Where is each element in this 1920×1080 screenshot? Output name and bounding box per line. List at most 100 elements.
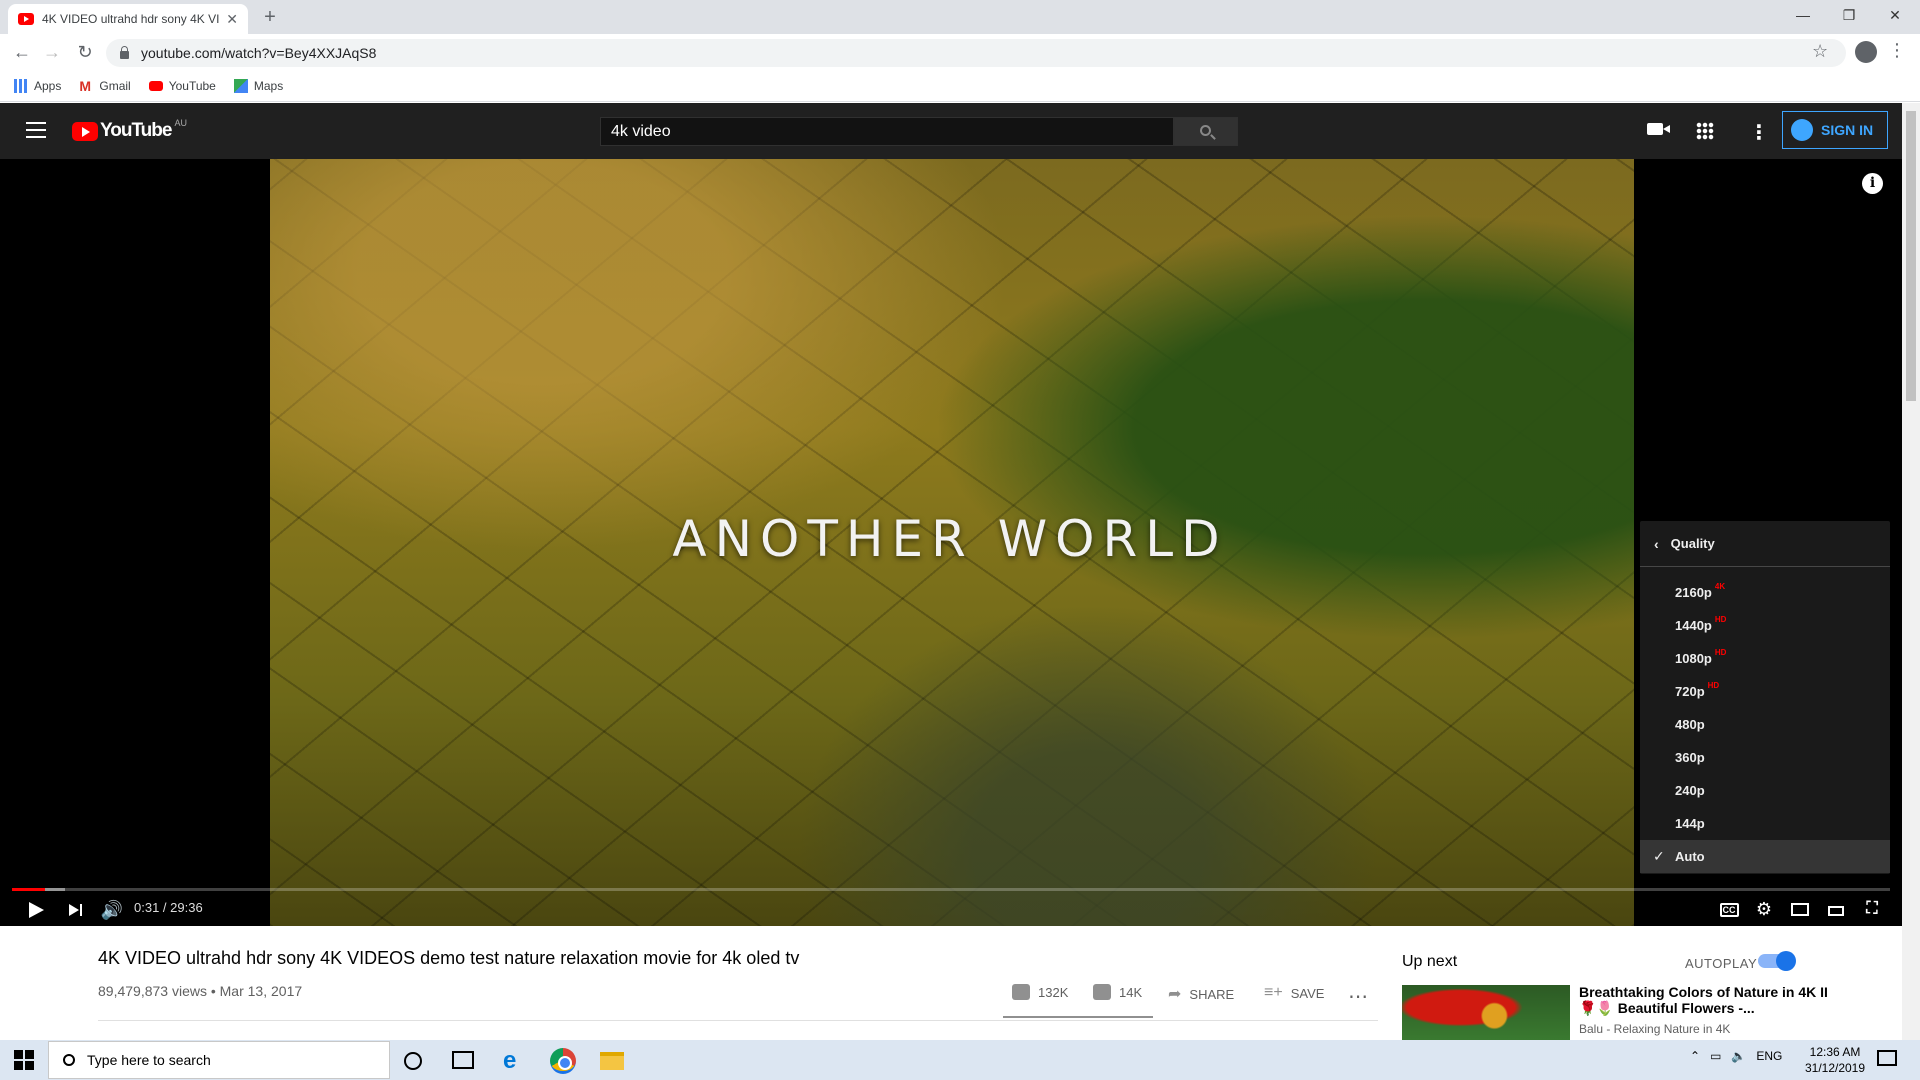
bookmark-apps[interactable]: Apps: [14, 78, 62, 93]
windows-start-icon[interactable]: [14, 1050, 34, 1070]
miniplayer-button[interactable]: [1787, 897, 1813, 921]
bookmark-label: Apps: [34, 78, 62, 93]
quality-badge: HD: [1714, 648, 1727, 657]
fullscreen-button[interactable]: ⛶: [1859, 897, 1885, 921]
playlist-add-icon: ≡+: [1264, 984, 1283, 1001]
video-title: 4K VIDEO ultrahd hdr sony 4K VIDEOS demo…: [98, 948, 800, 968]
forward-button[interactable]: →: [40, 40, 64, 64]
divider: [98, 1020, 1378, 1021]
settings-gear-button[interactable]: ⚙: [1751, 897, 1777, 921]
tab-close-icon[interactable]: ✕: [226, 11, 238, 28]
chrome-icon[interactable]: [550, 1048, 576, 1074]
like-count: 132K: [1038, 984, 1069, 1000]
taskbar-clock[interactable]: 12:36 AM 31/12/2019: [1790, 1044, 1880, 1076]
network-icon[interactable]: ▭: [1710, 1049, 1721, 1063]
video-overlay-title: ANOTHER WORLD: [672, 510, 1228, 568]
create-video-icon[interactable]: [1647, 123, 1670, 135]
youtube-logo[interactable]: YouTube AU: [72, 118, 187, 142]
progress-bar[interactable]: [12, 888, 1890, 891]
clock-time: 12:36 AM: [1809, 1045, 1861, 1059]
quality-menu-header[interactable]: ‹ Quality: [1640, 521, 1890, 567]
account-icon: [1791, 119, 1813, 141]
time-display: 0:31 / 29:36: [134, 900, 203, 915]
share-button[interactable]: ➦ SHARE: [1168, 984, 1234, 1004]
logo-text: YouTube: [100, 120, 172, 141]
thumbs-up-icon: [1012, 984, 1030, 1000]
autoplay-toggle[interactable]: [1758, 951, 1796, 971]
clock-date: 31/12/2019: [1804, 1061, 1866, 1075]
chrome-menu-icon[interactable]: ⋮: [1888, 40, 1906, 61]
back-button[interactable]: ←: [10, 40, 34, 64]
file-explorer-icon[interactable]: [600, 1052, 624, 1070]
quality-option[interactable]: 720p HD: [1640, 675, 1890, 708]
bookmark-maps[interactable]: Maps: [233, 78, 284, 93]
restore-button[interactable]: ❐: [1826, 0, 1872, 30]
reload-button[interactable]: ↻: [73, 40, 97, 64]
played-bar: [12, 888, 45, 891]
save-button[interactable]: ≡+ SAVE: [1264, 984, 1324, 1002]
like-button[interactable]: 132K: [1012, 984, 1068, 1000]
bookmark-label: Maps: [253, 78, 284, 93]
theater-mode-button[interactable]: [1823, 897, 1849, 921]
youtube-play-icon: [72, 121, 98, 141]
language-indicator[interactable]: ENG: [1756, 1049, 1782, 1063]
scrollbar-thumb[interactable]: [1906, 111, 1916, 401]
notification-icon[interactable]: [1877, 1050, 1897, 1066]
quality-option[interactable]: 480p: [1640, 708, 1890, 741]
quality-option-label: 1080p: [1675, 651, 1712, 666]
edge-icon[interactable]: e: [503, 1048, 529, 1074]
quality-menu-title: Quality: [1670, 536, 1715, 551]
search-button[interactable]: [1174, 117, 1238, 146]
bookmark-youtube[interactable]: YouTube: [148, 79, 216, 93]
lock-icon: [120, 46, 129, 59]
quality-option-label: 720p: [1675, 684, 1705, 699]
speaker-icon[interactable]: 🔈: [1731, 1049, 1746, 1063]
minimize-button[interactable]: —: [1780, 0, 1826, 30]
quality-option[interactable]: 1440p HD: [1640, 609, 1890, 642]
bookmark-star-icon[interactable]: ☆: [1812, 41, 1828, 62]
url-text: youtube.com/watch?v=Bey4XXJAqS8: [141, 45, 377, 61]
new-tab-button[interactable]: +: [258, 5, 282, 29]
thumbs-down-icon: [1093, 984, 1111, 1000]
volume-button[interactable]: 🔊: [100, 898, 124, 922]
quality-option[interactable]: 2160p 4K: [1640, 576, 1890, 609]
taskbar-search[interactable]: Type here to search: [48, 1041, 390, 1079]
related-video-channel[interactable]: Balu - Relaxing Nature in 4K: [1579, 1022, 1730, 1036]
quality-option[interactable]: 1080p HD: [1640, 642, 1890, 675]
gmail-icon: M: [79, 77, 92, 94]
settings-more-icon[interactable]: ⋮: [1749, 120, 1769, 145]
autoplay-label: AUTOPLAY: [1685, 956, 1758, 971]
search-icon: [1200, 125, 1211, 136]
profile-avatar[interactable]: [1855, 41, 1877, 63]
quality-options: 2160p 4K 1440p HD 1080p HD 720p HD 480p 360p 240p 1…: [1640, 567, 1890, 873]
close-window-button[interactable]: ✕: [1872, 0, 1918, 30]
apps-grid-icon: [14, 78, 28, 93]
quality-option-label: 1440p: [1675, 618, 1712, 633]
more-actions-icon[interactable]: ⋯: [1348, 984, 1368, 1009]
page-scrollbar[interactable]: [1902, 103, 1920, 1040]
subtitles-button[interactable]: CC: [1716, 897, 1742, 921]
quality-option[interactable]: Auto: [1640, 840, 1890, 873]
quality-option[interactable]: 240p: [1640, 774, 1890, 807]
cortana-icon[interactable]: [404, 1052, 422, 1070]
sign-in-button[interactable]: SIGN IN: [1782, 111, 1888, 149]
search-icon: [63, 1054, 75, 1066]
related-video-thumbnail[interactable]: [1402, 985, 1570, 1041]
video-meta: 89,479,873 views • Mar 13, 2017: [98, 983, 303, 999]
bookmark-gmail[interactable]: M Gmail: [79, 79, 130, 93]
task-view-icon[interactable]: [452, 1051, 474, 1069]
related-video-title[interactable]: Breathtaking Colors of Nature in 4K II 🌹…: [1579, 984, 1849, 1016]
dislike-button[interactable]: 14K: [1093, 984, 1142, 1000]
browser-tab[interactable]: 4K VIDEO ultrahd hdr sony 4K VI ✕: [8, 4, 248, 34]
info-icon[interactable]: i: [1862, 173, 1883, 194]
next-button[interactable]: [66, 898, 86, 922]
address-bar[interactable]: youtube.com/watch?v=Bey4XXJAqS8: [106, 39, 1846, 67]
chevron-up-icon[interactable]: ⌃: [1690, 1049, 1700, 1063]
quality-option[interactable]: 144p: [1640, 807, 1890, 840]
quality-option[interactable]: 360p: [1640, 741, 1890, 774]
youtube-apps-icon[interactable]: [1696, 122, 1714, 140]
play-button[interactable]: [24, 898, 46, 922]
menu-icon[interactable]: [26, 122, 46, 138]
quality-option-label: 240p: [1675, 783, 1705, 798]
search-input[interactable]: 4k video: [600, 117, 1174, 146]
